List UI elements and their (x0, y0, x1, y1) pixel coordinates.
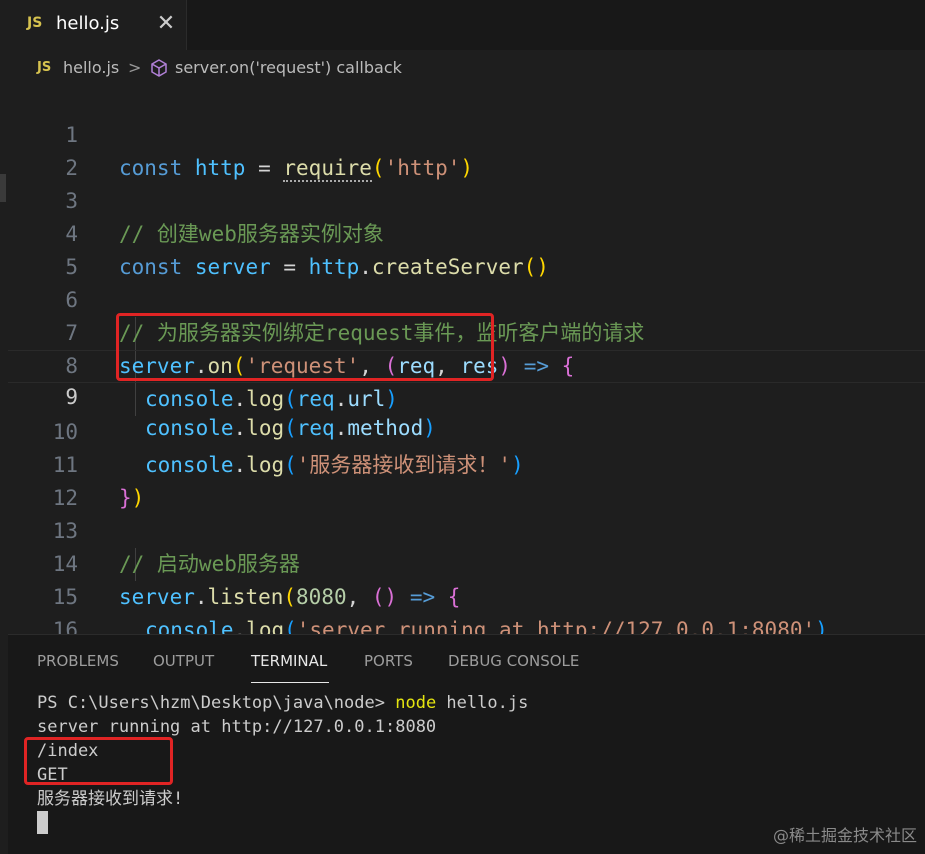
breadcrumb-file[interactable]: hello.js (63, 58, 119, 77)
vscode-window: JS hello.js ✕ JS hello.js > server.on('r… (0, 0, 925, 854)
scroll-marker (0, 174, 6, 202)
code-line: 13 // 启动web服务器 (8, 482, 925, 576)
tab-problems[interactable]: PROBLEMS (37, 652, 119, 670)
terminal-output: server running at http://127.0.0.1:8080 (37, 717, 437, 737)
close-icon[interactable]: ✕ (154, 10, 178, 38)
code-line: 17 (8, 614, 925, 634)
code-line: 6 // 为服务器实例绑定request事件，监听客户端的请求 (8, 251, 925, 345)
code-line: 12 (8, 449, 925, 510)
terminal-command: node (395, 693, 437, 713)
breadcrumb-symbol[interactable]: server.on('request') callback (175, 58, 402, 77)
code-editor[interactable]: 1 const http = require('http') 2 3 // 创建… (8, 86, 925, 634)
highlight-box (116, 313, 494, 381)
tab-ports[interactable]: PORTS (364, 652, 413, 670)
code-line: 3 // 创建web服务器实例对象 (8, 152, 925, 246)
code-line: 4 const server = http.createServer() (8, 185, 925, 279)
terminal-prompt: PS C:\Users\hzm\Desktop\java\node> (37, 693, 396, 713)
editor-tab-bar: JS hello.js ✕ (0, 0, 925, 51)
tab-debug-console[interactable]: DEBUG CONSOLE (448, 652, 579, 670)
watermark: @稀土掘金技术社区 (772, 826, 917, 845)
code-line: 2 (8, 119, 925, 180)
terminal-line: PS C:\Users\hzm\Desktop\java\node> node … (37, 691, 528, 715)
tab-terminal[interactable]: TERMINAL (251, 652, 327, 670)
javascript-file-icon: JS (37, 60, 52, 75)
terminal-cursor (37, 811, 48, 834)
code-line: 10 console.log('服务器接收到请求！') (8, 383, 925, 477)
tab-label: hello.js (56, 13, 120, 34)
code-line: 1 const http = require('http') (8, 86, 925, 182)
code-line: 11 }) (8, 416, 925, 510)
javascript-file-icon: JS (27, 15, 43, 31)
code-line: 5 (8, 218, 925, 279)
highlight-box (24, 737, 173, 785)
terminal-args: hello.js (436, 693, 529, 713)
tab-output[interactable]: OUTPUT (153, 652, 214, 670)
code-line: 15 console.log('server running at http:/… (8, 548, 925, 634)
code-line: 16 }) (8, 581, 925, 634)
bottom-panel: PROBLEMS OUTPUT TERMINAL PORTS DEBUG CON… (8, 634, 925, 854)
method-cube-icon (151, 59, 167, 77)
breadcrumb: JS hello.js > server.on('request') callb… (0, 50, 925, 86)
terminal-output: 服务器接收到请求! (37, 789, 184, 809)
tab-hello-js[interactable]: JS hello.js ✕ (0, 0, 187, 50)
chevron-right-icon: > (128, 58, 142, 77)
code-line: 14 server.listen(8080, () => { (8, 515, 925, 609)
activity-scroll-strip (0, 86, 8, 634)
active-tab-indicator (251, 682, 329, 683)
